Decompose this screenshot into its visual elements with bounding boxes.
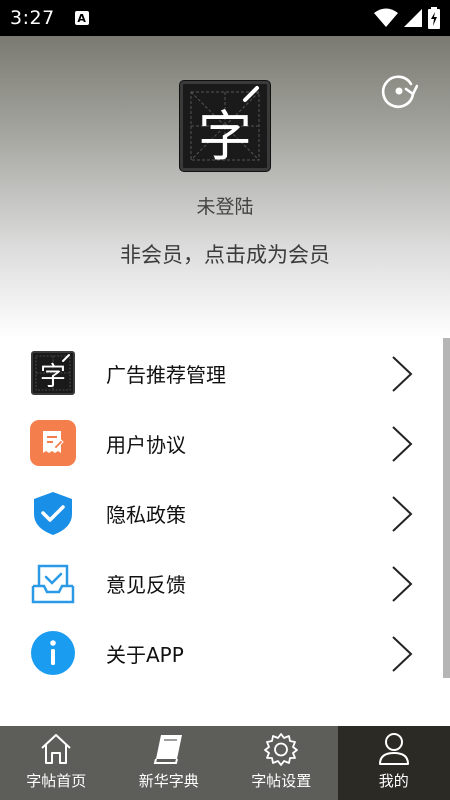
sync-icon[interactable] bbox=[380, 72, 418, 110]
menu-label: 广告推荐管理 bbox=[106, 362, 226, 387]
nav-label: 新华字典 bbox=[138, 772, 199, 790]
vip-prompt[interactable]: 非会员，点击成为会员 bbox=[0, 239, 450, 269]
gear-icon bbox=[264, 733, 299, 766]
nav-tab-mine[interactable]: 我的 bbox=[337, 726, 450, 800]
nav-label: 我的 bbox=[378, 772, 409, 790]
chevron-right-icon bbox=[392, 426, 413, 462]
battery-icon bbox=[428, 7, 440, 29]
menu-label: 意见反馈 bbox=[106, 572, 186, 597]
menu-item-ad-management[interactable]: 字 广告推荐管理 bbox=[0, 338, 450, 408]
scrollbar[interactable] bbox=[443, 338, 450, 678]
app-logo[interactable]: 字 bbox=[180, 81, 270, 171]
book-icon bbox=[153, 735, 182, 764]
menu-item-about-app[interactable]: 关于APP bbox=[0, 618, 450, 688]
inbox-icon bbox=[31, 564, 75, 604]
status-icons bbox=[374, 7, 440, 29]
menu-item-user-agreement[interactable]: 用户协议 bbox=[0, 408, 450, 478]
bottom-nav: 字帖首页 新华字典 字帖设置 我的 bbox=[0, 726, 450, 800]
chevron-right-icon bbox=[392, 566, 413, 602]
logo-char-small: 字 bbox=[39, 362, 66, 392]
menu-item-feedback[interactable]: 意见反馈 bbox=[0, 548, 450, 618]
menu-label: 用户协议 bbox=[106, 432, 186, 457]
wifi-icon bbox=[374, 8, 398, 27]
logo-char: 字 bbox=[198, 105, 252, 168]
home-icon bbox=[41, 734, 71, 764]
signal-icon bbox=[404, 9, 422, 27]
nav-label: 字帖设置 bbox=[251, 772, 312, 790]
shield-check-icon bbox=[34, 492, 72, 535]
status-time: 3:27 bbox=[10, 7, 55, 29]
nav-tab-dictionary[interactable]: 新华字典 bbox=[113, 726, 226, 800]
chevron-right-icon bbox=[392, 636, 413, 672]
user-icon bbox=[378, 733, 409, 765]
settings-menu: 字 广告推荐管理 用户协议 隐私政策 意见反馈 关于APP bbox=[0, 338, 450, 688]
profile-header: 字 未登陆 非会员，点击成为会员 bbox=[0, 36, 450, 338]
chevron-right-icon bbox=[392, 356, 413, 392]
logo-icon: 字 bbox=[31, 351, 75, 395]
nav-tab-home[interactable]: 字帖首页 bbox=[0, 726, 113, 800]
menu-item-privacy-policy[interactable]: 隐私政策 bbox=[0, 478, 450, 548]
document-icon bbox=[30, 420, 76, 466]
notification-icon: A bbox=[74, 11, 89, 25]
nav-label: 字帖首页 bbox=[26, 772, 87, 790]
chevron-right-icon bbox=[392, 496, 413, 532]
status-bar: 3:27 A bbox=[0, 0, 450, 36]
login-status[interactable]: 未登陆 bbox=[0, 192, 450, 219]
nav-tab-settings[interactable]: 字帖设置 bbox=[225, 726, 338, 800]
menu-label: 关于APP bbox=[106, 642, 184, 667]
info-icon bbox=[31, 631, 75, 675]
menu-label: 隐私政策 bbox=[106, 502, 186, 527]
